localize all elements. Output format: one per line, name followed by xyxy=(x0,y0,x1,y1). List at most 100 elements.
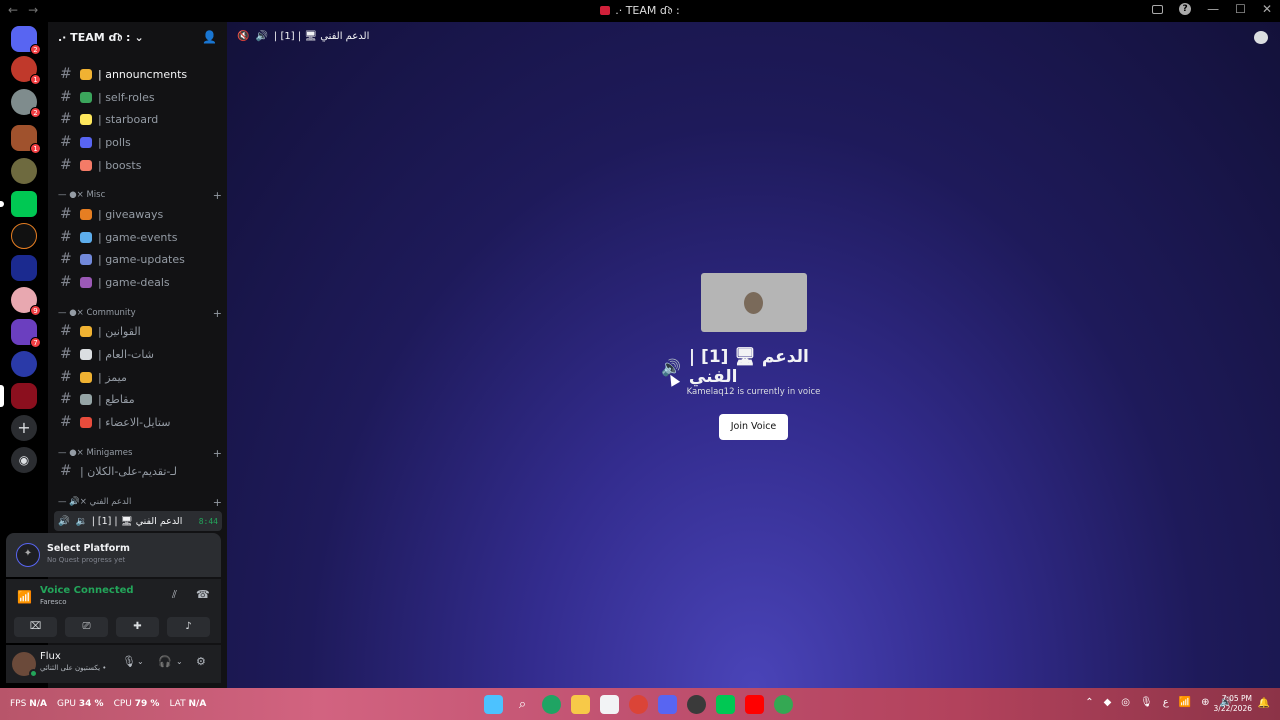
join-voice-button[interactable]: Join Voice xyxy=(719,414,788,440)
server-icon-active[interactable] xyxy=(0,383,37,409)
category-misc[interactable]: — ● × Misc + xyxy=(58,188,222,202)
channel-starboard[interactable]: # | starboard xyxy=(58,109,222,129)
channel-memes[interactable]: # | ميمز xyxy=(58,367,222,387)
inbox-icon[interactable] xyxy=(1152,4,1164,14)
server-icon[interactable] xyxy=(11,255,37,281)
camera-off-button[interactable]: ⌧ xyxy=(14,617,57,637)
server-icon[interactable]: 7 xyxy=(11,319,41,348)
chat-icon[interactable] xyxy=(1254,31,1268,44)
voice-actions: ⌧ ⎚ ✚ ♪ xyxy=(14,617,210,637)
channel-rules[interactable]: # | القوانين xyxy=(58,321,222,341)
noise-suppression-icon[interactable]: ⫽ xyxy=(172,588,177,602)
hash-icon: # xyxy=(60,414,72,430)
channel-label: | self-roles xyxy=(98,90,155,104)
voice-channel-active[interactable]: 🔊 🔉 | [1] | 🖥 الدعم الفني 8:44 xyxy=(54,511,222,531)
edge-icon[interactable] xyxy=(542,695,561,714)
server-header[interactable]: .· TEAM ɗ𝔡 : ⌄ 👤 xyxy=(48,22,227,53)
voice-status-title[interactable]: Voice Connected xyxy=(40,585,134,596)
discover-icon[interactable]: ◉ xyxy=(11,447,37,473)
add-channel-icon[interactable]: + xyxy=(213,447,222,460)
participant-avatar xyxy=(744,292,763,314)
kick-icon[interactable] xyxy=(716,695,735,714)
quest-panel[interactable]: ✦ Select Platform No Quest progress yet xyxy=(6,533,221,577)
server-icon[interactable]: 1 xyxy=(11,125,41,154)
gear-icon[interactable]: ⚙ xyxy=(196,655,206,668)
category-minigames[interactable]: — ● × Minigames + xyxy=(58,446,222,460)
wifi-icon[interactable]: 📶 xyxy=(1179,697,1191,708)
cpu-stat: CPU 79 % xyxy=(113,699,160,709)
channel-announcments[interactable]: # | announcments xyxy=(58,64,222,84)
clock[interactable]: 7:05 PM 3/22/2026 xyxy=(1214,694,1252,714)
channel-clan-apply[interactable]: # | لـ-تقديم-على-الكلان xyxy=(58,461,222,481)
server-icon[interactable]: 9 xyxy=(11,287,41,316)
laugh-emoji-icon xyxy=(80,371,92,383)
discord-icon[interactable] xyxy=(658,695,677,714)
help-icon[interactable]: ? xyxy=(1179,3,1192,15)
channel-clips[interactable]: # | مقاطع xyxy=(58,389,222,409)
disconnect-icon[interactable]: ☎ xyxy=(196,588,210,601)
calendar-emoji-icon xyxy=(80,231,92,243)
channel-game-updates[interactable]: # | game-updates xyxy=(58,249,222,269)
speaker-icon: 🔉 xyxy=(75,515,88,527)
activities-button[interactable]: ✚ xyxy=(116,617,159,637)
channel-general-chat[interactable]: # | شات-العام xyxy=(58,344,222,364)
category-community[interactable]: — ● × Community + xyxy=(58,306,222,320)
windows-start-icon[interactable] xyxy=(484,695,503,714)
voice-channel-view: 🔇 🔊 | [1] | 🖥 الدعم الفني 🔊 | [1] 🖥 الدع… xyxy=(227,22,1280,688)
server-icon[interactable]: 2 xyxy=(11,89,41,118)
voice-status-subtitle: Faresco xyxy=(40,598,67,606)
chevron-down-icon[interactable]: ⌄ xyxy=(176,657,183,666)
signal-icon[interactable]: 📶 xyxy=(17,590,32,604)
microphone-tray-icon[interactable]: 🎙 xyxy=(1140,697,1153,708)
quest-title: Select Platform xyxy=(47,543,130,554)
chevron-down-icon[interactable]: ⌄ xyxy=(137,657,144,666)
channel-giveaways[interactable]: # | giveaways xyxy=(58,204,222,224)
chevron-up-icon[interactable]: ⌃ xyxy=(1085,697,1093,708)
lightning-emoji-icon xyxy=(80,159,92,171)
add-channel-icon[interactable]: + xyxy=(213,307,222,320)
notification-badge: 2 xyxy=(30,44,41,55)
direct-messages-icon[interactable]: 2 xyxy=(11,26,41,55)
channel-self-roles[interactable]: # | self-roles xyxy=(58,87,222,107)
microphone-icon[interactable]: 🎙 xyxy=(122,655,136,668)
minimize-button[interactable]: — xyxy=(1207,2,1219,16)
soundboard-button[interactable]: ♪ xyxy=(167,617,210,637)
notification-bell-icon[interactable]: 🔔 xyxy=(1258,698,1270,709)
language-icon[interactable]: ع xyxy=(1163,697,1169,708)
server-icon[interactable] xyxy=(11,158,37,184)
invite-people-icon[interactable]: 👤 xyxy=(202,30,217,44)
server-logo-icon xyxy=(600,6,611,15)
server-icon[interactable]: 1 xyxy=(11,56,41,85)
chrome-alt-icon[interactable] xyxy=(774,695,793,714)
search-icon[interactable]: ⌕ xyxy=(513,695,532,714)
notification-badge: 1 xyxy=(30,143,41,154)
add-server-icon[interactable]: + xyxy=(11,415,37,441)
app-icon[interactable] xyxy=(687,695,706,714)
server-icon[interactable] xyxy=(11,223,37,249)
tray-app-icon[interactable]: ◆ xyxy=(1104,697,1112,708)
add-channel-icon[interactable]: + xyxy=(213,496,222,509)
headphones-icon[interactable]: 🎧 xyxy=(158,655,172,668)
channel-game-deals[interactable]: # | game-deals xyxy=(58,272,222,292)
add-channel-icon[interactable]: + xyxy=(213,189,222,202)
file-explorer-icon[interactable] xyxy=(571,695,590,714)
maximize-button[interactable]: ☐ xyxy=(1235,2,1246,16)
channel-polls[interactable]: # | polls xyxy=(58,132,222,152)
network-icon[interactable]: ⊕ xyxy=(1201,697,1209,708)
chrome-icon[interactable] xyxy=(629,695,648,714)
server-icon[interactable] xyxy=(0,191,37,217)
voice-timer: 8:44 xyxy=(198,516,218,526)
store-icon[interactable] xyxy=(600,695,619,714)
channel-game-events[interactable]: # | game-events xyxy=(58,227,222,247)
youtube-icon[interactable] xyxy=(745,695,764,714)
category-support[interactable]: — 🔊 × الدعم الفني + xyxy=(58,495,222,509)
close-button[interactable]: ✕ xyxy=(1262,2,1272,16)
participant-tile[interactable] xyxy=(701,273,807,332)
screen-share-button[interactable]: ⎚ xyxy=(65,617,108,637)
server-icon[interactable] xyxy=(11,351,37,377)
channel-member-style[interactable]: # | ستايل-الاعضاء xyxy=(58,412,222,432)
channel-boosts[interactable]: # | boosts xyxy=(58,155,222,175)
hash-icon: # xyxy=(60,274,72,290)
steam-icon[interactable]: ◎ xyxy=(1121,697,1130,708)
avatar[interactable] xyxy=(12,652,38,678)
